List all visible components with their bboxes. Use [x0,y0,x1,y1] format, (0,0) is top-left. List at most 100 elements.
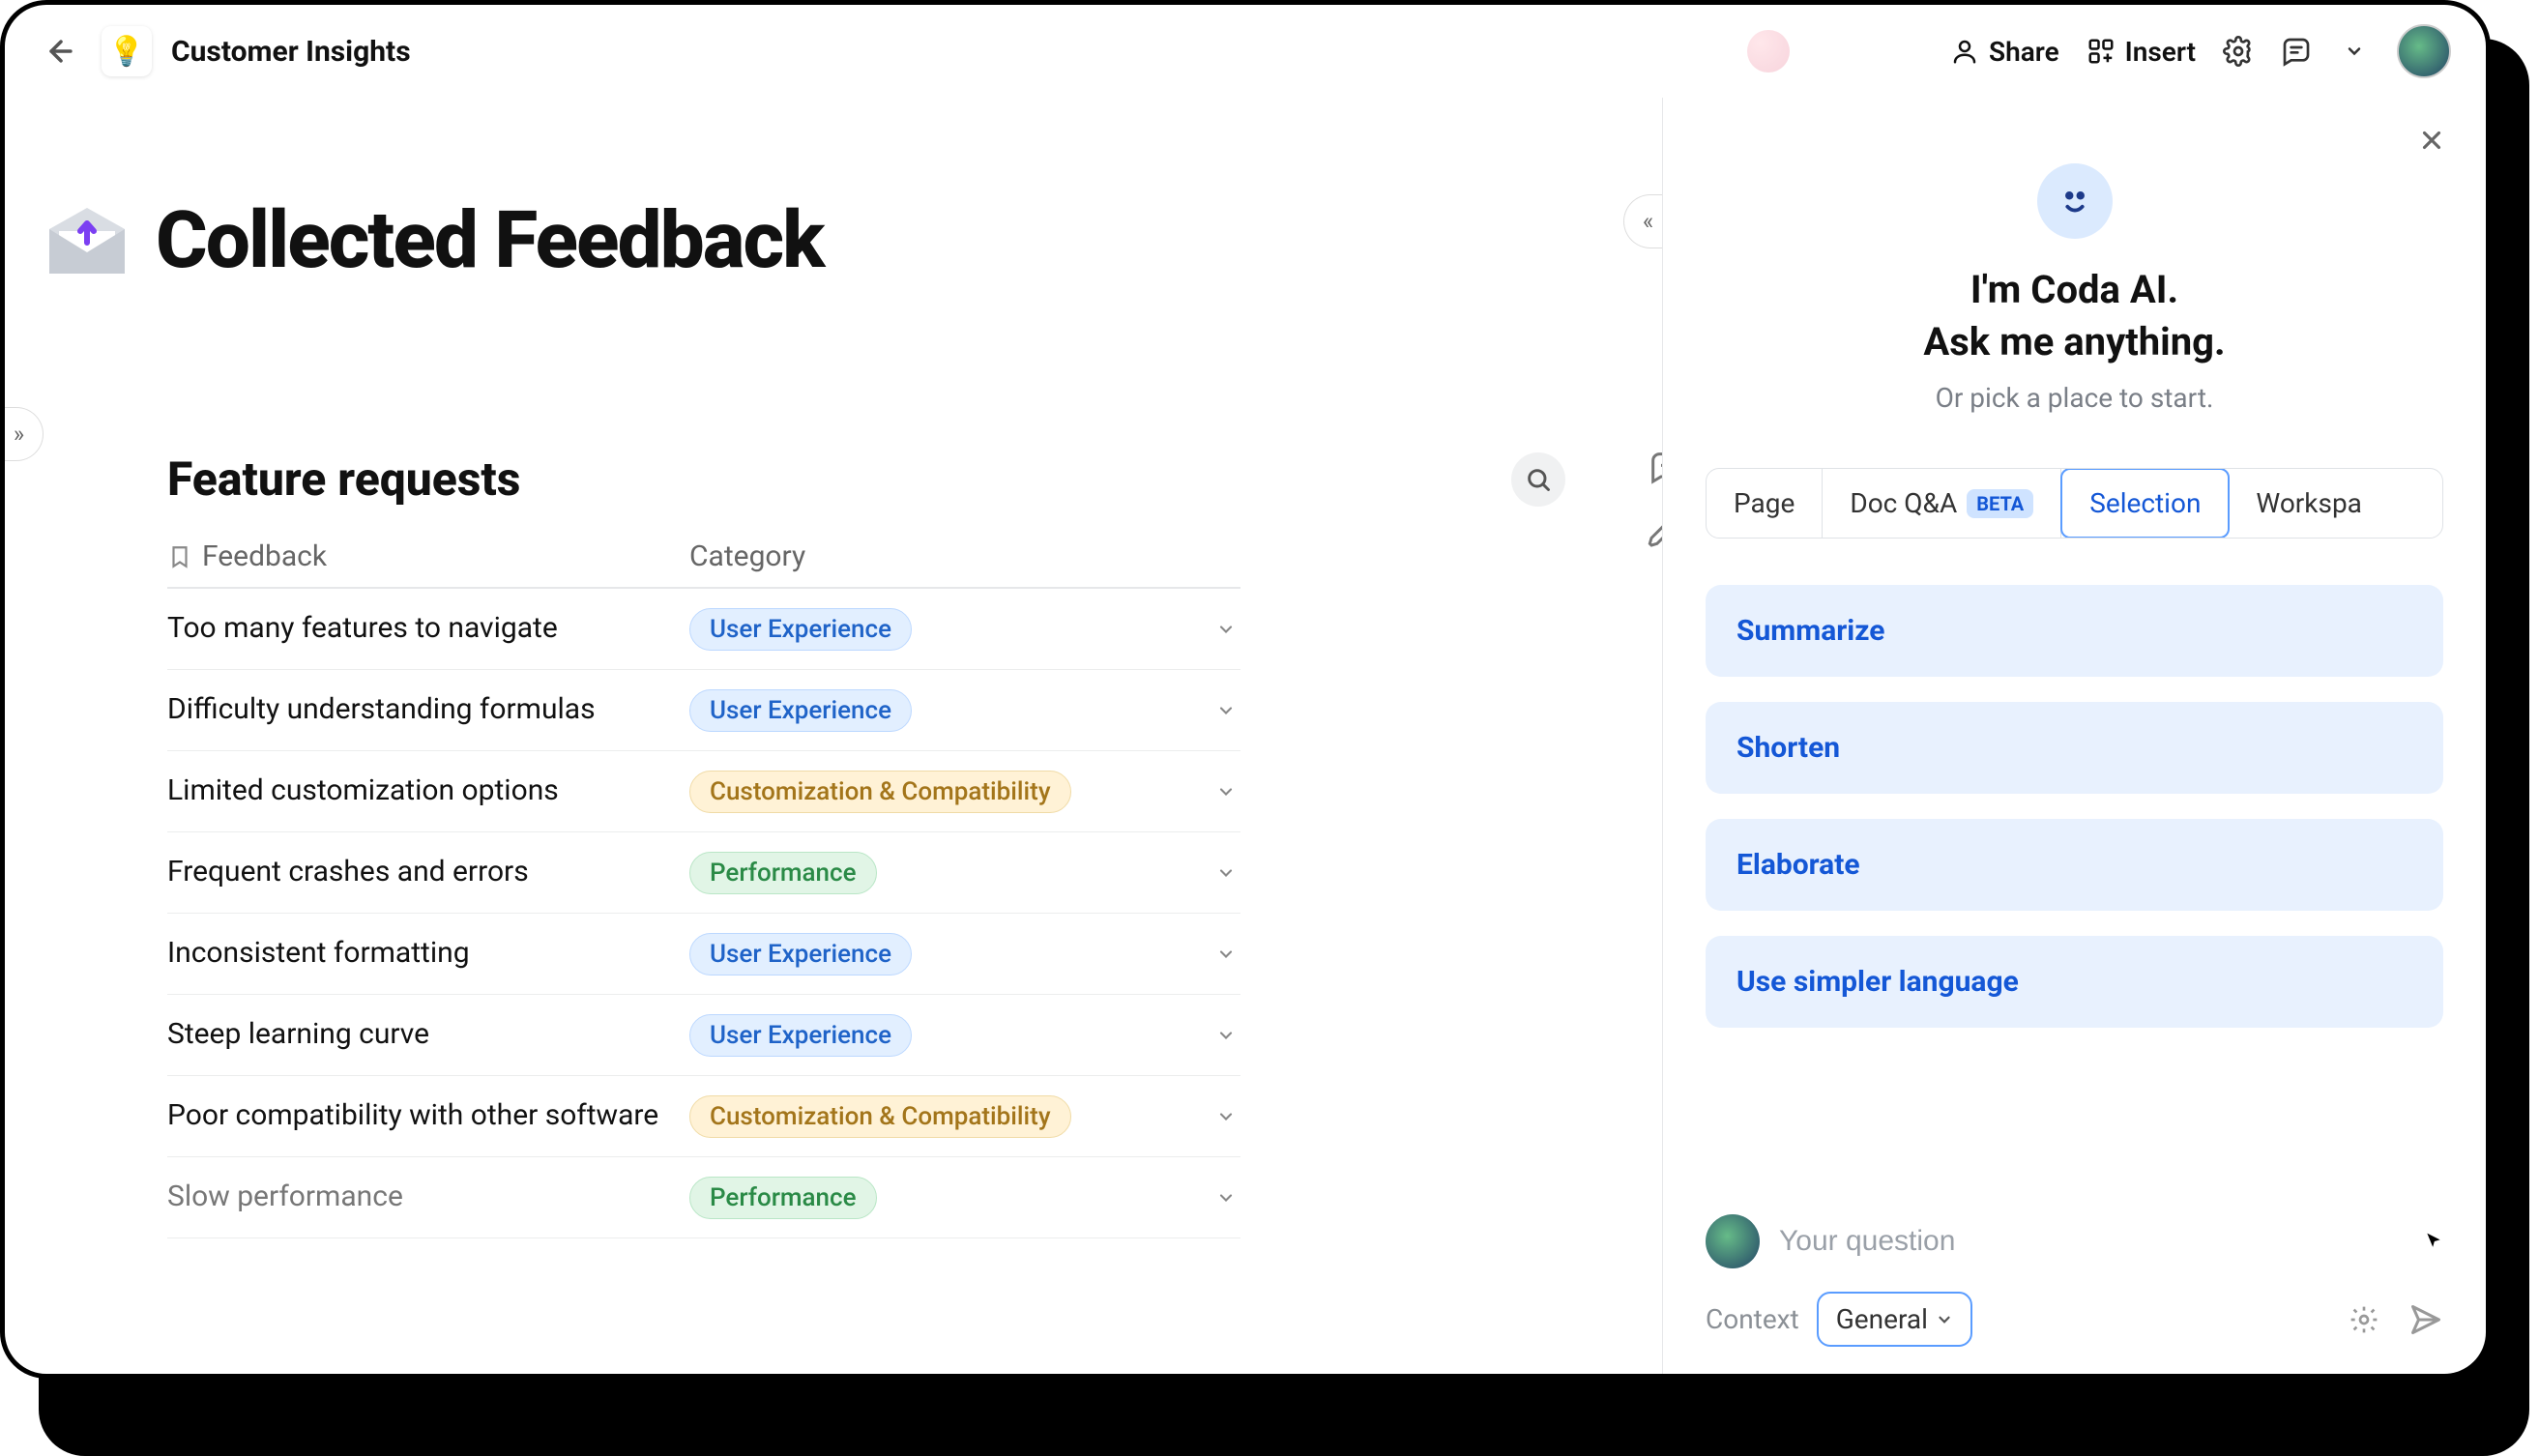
section-title: Feature requests [167,451,520,507]
chevron-down-icon [2345,42,2364,61]
send-button[interactable] [2408,1302,2443,1337]
more-menu-button[interactable] [2339,36,2370,67]
gear-icon [2223,36,2254,67]
table-row[interactable]: Slow performancePerformance [167,1157,1240,1238]
add-comment-button[interactable] [1641,442,1662,492]
ai-suggestion[interactable]: Summarize [1706,585,2443,677]
close-icon [2417,126,2446,155]
page-icon [44,202,131,279]
category-pill: Performance [689,1177,877,1219]
page-title: Collected Feedback [156,194,823,287]
chevron-right-double-icon: » [14,421,24,448]
arrow-left-icon [44,35,77,68]
feedback-cell: Inconsistent formatting [167,934,689,974]
cursor-icon [2424,1232,2443,1251]
chevron-down-icon[interactable] [1211,1021,1240,1050]
tab-page[interactable]: Page [1707,469,1823,538]
category-cell[interactable]: User Experience [689,608,1240,651]
person-icon [1950,37,1979,66]
category-cell[interactable]: Customization & Compatibility [689,1095,1240,1138]
app-window: 💡 Customer Insights Share Insert [0,0,2491,1379]
table-row[interactable]: Difficulty understanding formulasUser Ex… [167,670,1240,751]
feature-requests-section: Feature requests Feedback Category [44,451,1623,1238]
question-input[interactable] [1779,1225,2405,1258]
column-header-feedback[interactable]: Feedback [167,539,689,573]
table-search-button[interactable] [1511,452,1565,507]
doc-title[interactable]: Customer Insights [171,35,411,69]
table-row[interactable]: Inconsistent formattingUser Experience [167,914,1240,995]
expand-sidebar-button[interactable]: » [5,407,44,461]
comment-plus-icon [1647,448,1662,486]
ai-composer: Context General [1706,1179,2443,1347]
ai-suggestion[interactable]: Use simpler language [1706,936,2443,1028]
category-pill: Customization & Compatibility [689,771,1071,813]
user-avatar [1706,1214,1760,1268]
table-header: Feedback Category [167,539,1240,589]
table-row[interactable]: Poor compatibility with other softwareCu… [167,1076,1240,1157]
comment-icon [2281,36,2312,67]
feedback-cell: Limited customization options [167,772,689,811]
ai-subtitle: Or pick a place to start. [1706,382,2443,414]
category-pill: Customization & Compatibility [689,1095,1071,1138]
ai-title: I'm Coda AI. Ask me anything. [1706,264,2443,368]
ai-panel: I'm Coda AI. Ask me anything. Or pick a … [1662,98,2486,1374]
feedback-cell: Steep learning curve [167,1015,689,1055]
feedback-cell: Difficulty understanding formulas [167,690,689,730]
collapse-panel-button[interactable]: « [1623,194,1662,248]
table-row[interactable]: Steep learning curveUser Experience [167,995,1240,1076]
category-cell[interactable]: User Experience [689,1014,1240,1057]
ai-suggestion[interactable]: Elaborate [1706,819,2443,911]
tab-doc-qa[interactable]: Doc Q&A BETA [1823,469,2061,538]
envelope-icon [44,202,131,279]
category-cell[interactable]: User Experience [689,933,1240,976]
share-button[interactable]: Share [1950,36,2059,68]
edit-button[interactable] [1641,506,1662,556]
column-header-category[interactable]: Category [689,539,1240,573]
context-select[interactable]: General [1817,1292,1972,1347]
chevron-down-icon[interactable] [1211,1102,1240,1131]
share-label: Share [1989,36,2059,68]
category-cell[interactable]: Customization & Compatibility [689,771,1240,813]
feedback-cell: Too many features to navigate [167,609,689,649]
beta-badge: BETA [1967,489,2033,518]
chevron-down-icon[interactable] [1211,777,1240,806]
settings-button[interactable] [2223,36,2254,67]
chevron-down-icon[interactable] [1211,940,1240,969]
composer-settings-button[interactable] [2347,1302,2381,1337]
chevron-left-double-icon: « [1643,208,1653,235]
close-panel-button[interactable] [2412,121,2451,160]
category-pill: User Experience [689,689,912,732]
chevron-down-icon[interactable] [1211,859,1240,888]
collaborator-avatar[interactable] [1747,30,1790,73]
table-row[interactable]: Too many features to navigateUser Experi… [167,589,1240,670]
category-cell[interactable]: Performance [689,1177,1240,1219]
profile-avatar[interactable] [2397,24,2451,78]
send-icon [2408,1302,2443,1337]
table-row[interactable]: Frequent crashes and errorsPerformance [167,832,1240,914]
insert-label: Insert [2125,36,2196,68]
tab-workspace[interactable]: Workspa [2229,469,2388,538]
category-pill: User Experience [689,1014,912,1057]
chevron-down-icon[interactable] [1211,615,1240,644]
feedback-cell: Frequent crashes and errors [167,853,689,892]
chevron-down-icon [1936,1311,1953,1328]
category-cell[interactable]: Performance [689,852,1240,894]
back-button[interactable] [40,30,82,73]
insert-button[interactable]: Insert [2087,36,2196,68]
search-icon [1525,466,1552,493]
pencil-icon [1647,511,1662,550]
tab-selection[interactable]: Selection [2060,468,2230,539]
feedback-cell: Slow performance [167,1178,689,1217]
ai-avatar-icon [2037,163,2113,239]
chevron-down-icon[interactable] [1211,696,1240,725]
main-content: » « Collected Feedback [5,98,1662,1374]
ai-tabs: Page Doc Q&A BETA Selection Workspa [1706,468,2443,539]
comments-button[interactable] [2281,36,2312,67]
topbar: 💡 Customer Insights Share Insert [5,5,2486,98]
table-row[interactable]: Limited customization optionsCustomizati… [167,751,1240,832]
chevron-down-icon[interactable] [1211,1183,1240,1212]
ai-suggestion[interactable]: Shorten [1706,702,2443,794]
category-pill: Performance [689,852,877,894]
category-cell[interactable]: User Experience [689,689,1240,732]
ai-suggestions: Summarize Shorten Elaborate Use simpler lan… [1706,585,2443,1028]
